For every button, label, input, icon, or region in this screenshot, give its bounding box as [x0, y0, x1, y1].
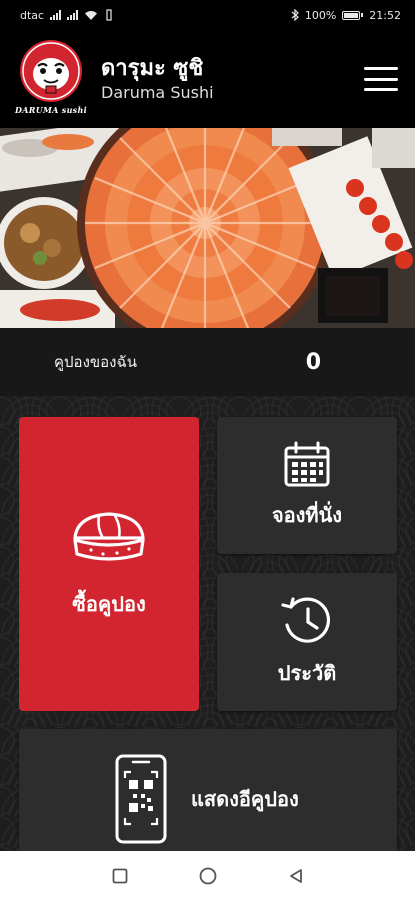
brand-text: ดารุมะ ซูชิ Daruma Sushi [101, 55, 364, 103]
sushi-icon [73, 512, 145, 561]
history-button[interactable]: ประวัติ [217, 573, 397, 711]
calendar-icon [284, 441, 330, 486]
system-nav-bar [0, 851, 415, 900]
salmon-platter-illustration [0, 128, 415, 328]
clock: 21:52 [369, 8, 401, 22]
buy-coupon-button[interactable]: ซื้อคูปอง [19, 417, 199, 711]
coupon-count: 0 [305, 349, 321, 375]
my-coupons-bar: คูปองของฉัน 0 [0, 328, 415, 396]
triangle-back-icon[interactable] [284, 864, 308, 888]
daruma-logo-icon [20, 40, 82, 102]
signal-icon [67, 10, 79, 20]
my-coupons-label: คูปองของฉัน [54, 353, 137, 371]
show-ecoupon-button[interactable]: แสดงอีคูปอง [19, 729, 397, 851]
hero-banner-image [0, 128, 415, 328]
signal-icon [50, 10, 62, 20]
wifi-icon [85, 10, 98, 20]
circle-nav-icon[interactable] [196, 864, 220, 888]
history-clock-icon [281, 597, 331, 643]
phone-qr-icon [115, 754, 167, 844]
app-header: DARUMA sushi ดารุมะ ซูชิ Daruma Sushi [0, 30, 415, 128]
carrier-label: dtac [20, 8, 45, 22]
status-left: dtac [20, 9, 114, 22]
daruma-logo[interactable]: DARUMA sushi [15, 38, 87, 120]
app-title-english: Daruma Sushi [101, 83, 214, 102]
reserve-seat-label: จองที่นั่ง [271, 502, 343, 527]
history-label: ประวัติ [277, 661, 337, 685]
app-title-thai: ดารุมะ ซูชิ [101, 56, 204, 81]
bluetooth-icon [291, 9, 299, 21]
hamburger-menu-icon[interactable] [364, 67, 398, 91]
vibrate-icon [106, 9, 112, 21]
battery-percent: 100% [304, 8, 337, 22]
square-nav-icon[interactable] [108, 864, 132, 888]
show-ecoupon-label: แสดงอีคูปอง [191, 787, 299, 811]
status-right: 100% 21:52 [291, 9, 401, 22]
reserve-seat-button[interactable]: จองที่นั่ง [217, 417, 397, 554]
status-bar: dtac 100% 21:52 [0, 0, 415, 30]
menu-grid: ซื้อคูปอง จองที่นั่ง ประวัติ แสดงอีคูปอง [0, 396, 415, 851]
battery-icon [342, 10, 364, 20]
buy-coupon-label: ซื้อคูปอง [72, 592, 146, 616]
logo-text: DARUMA sushi [15, 105, 87, 115]
